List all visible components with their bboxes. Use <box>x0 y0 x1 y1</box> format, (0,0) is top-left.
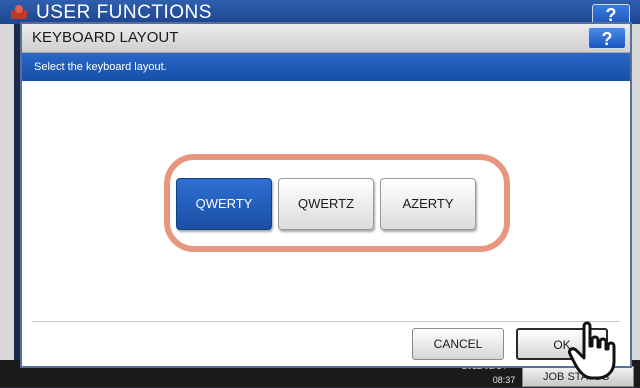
footer-divider <box>32 321 620 322</box>
background-title: USER FUNCTIONS <box>36 2 212 23</box>
dialog-help-button[interactable]: ? <box>588 27 626 49</box>
qwerty-button[interactable]: QWERTY <box>176 178 272 230</box>
keyboard-layout-dialog: KEYBOARD LAYOUT ? Select the keyboard la… <box>20 22 632 368</box>
qwertz-button[interactable]: QWERTZ <box>278 178 374 230</box>
dialog-title: KEYBOARD LAYOUT <box>32 29 179 46</box>
cancel-button[interactable]: CANCEL <box>412 328 504 360</box>
background-left-panel <box>0 24 14 364</box>
hand-pointer-icon <box>568 321 616 380</box>
message-bar: Select the keyboard layout. <box>22 53 630 81</box>
message-text: Select the keyboard layout. <box>34 61 167 73</box>
status-time: 08:37 <box>492 375 516 385</box>
user-functions-icon <box>11 5 27 19</box>
azerty-button[interactable]: AZERTY <box>380 178 476 230</box>
dialog-titlebar: KEYBOARD LAYOUT ? <box>22 24 630 53</box>
